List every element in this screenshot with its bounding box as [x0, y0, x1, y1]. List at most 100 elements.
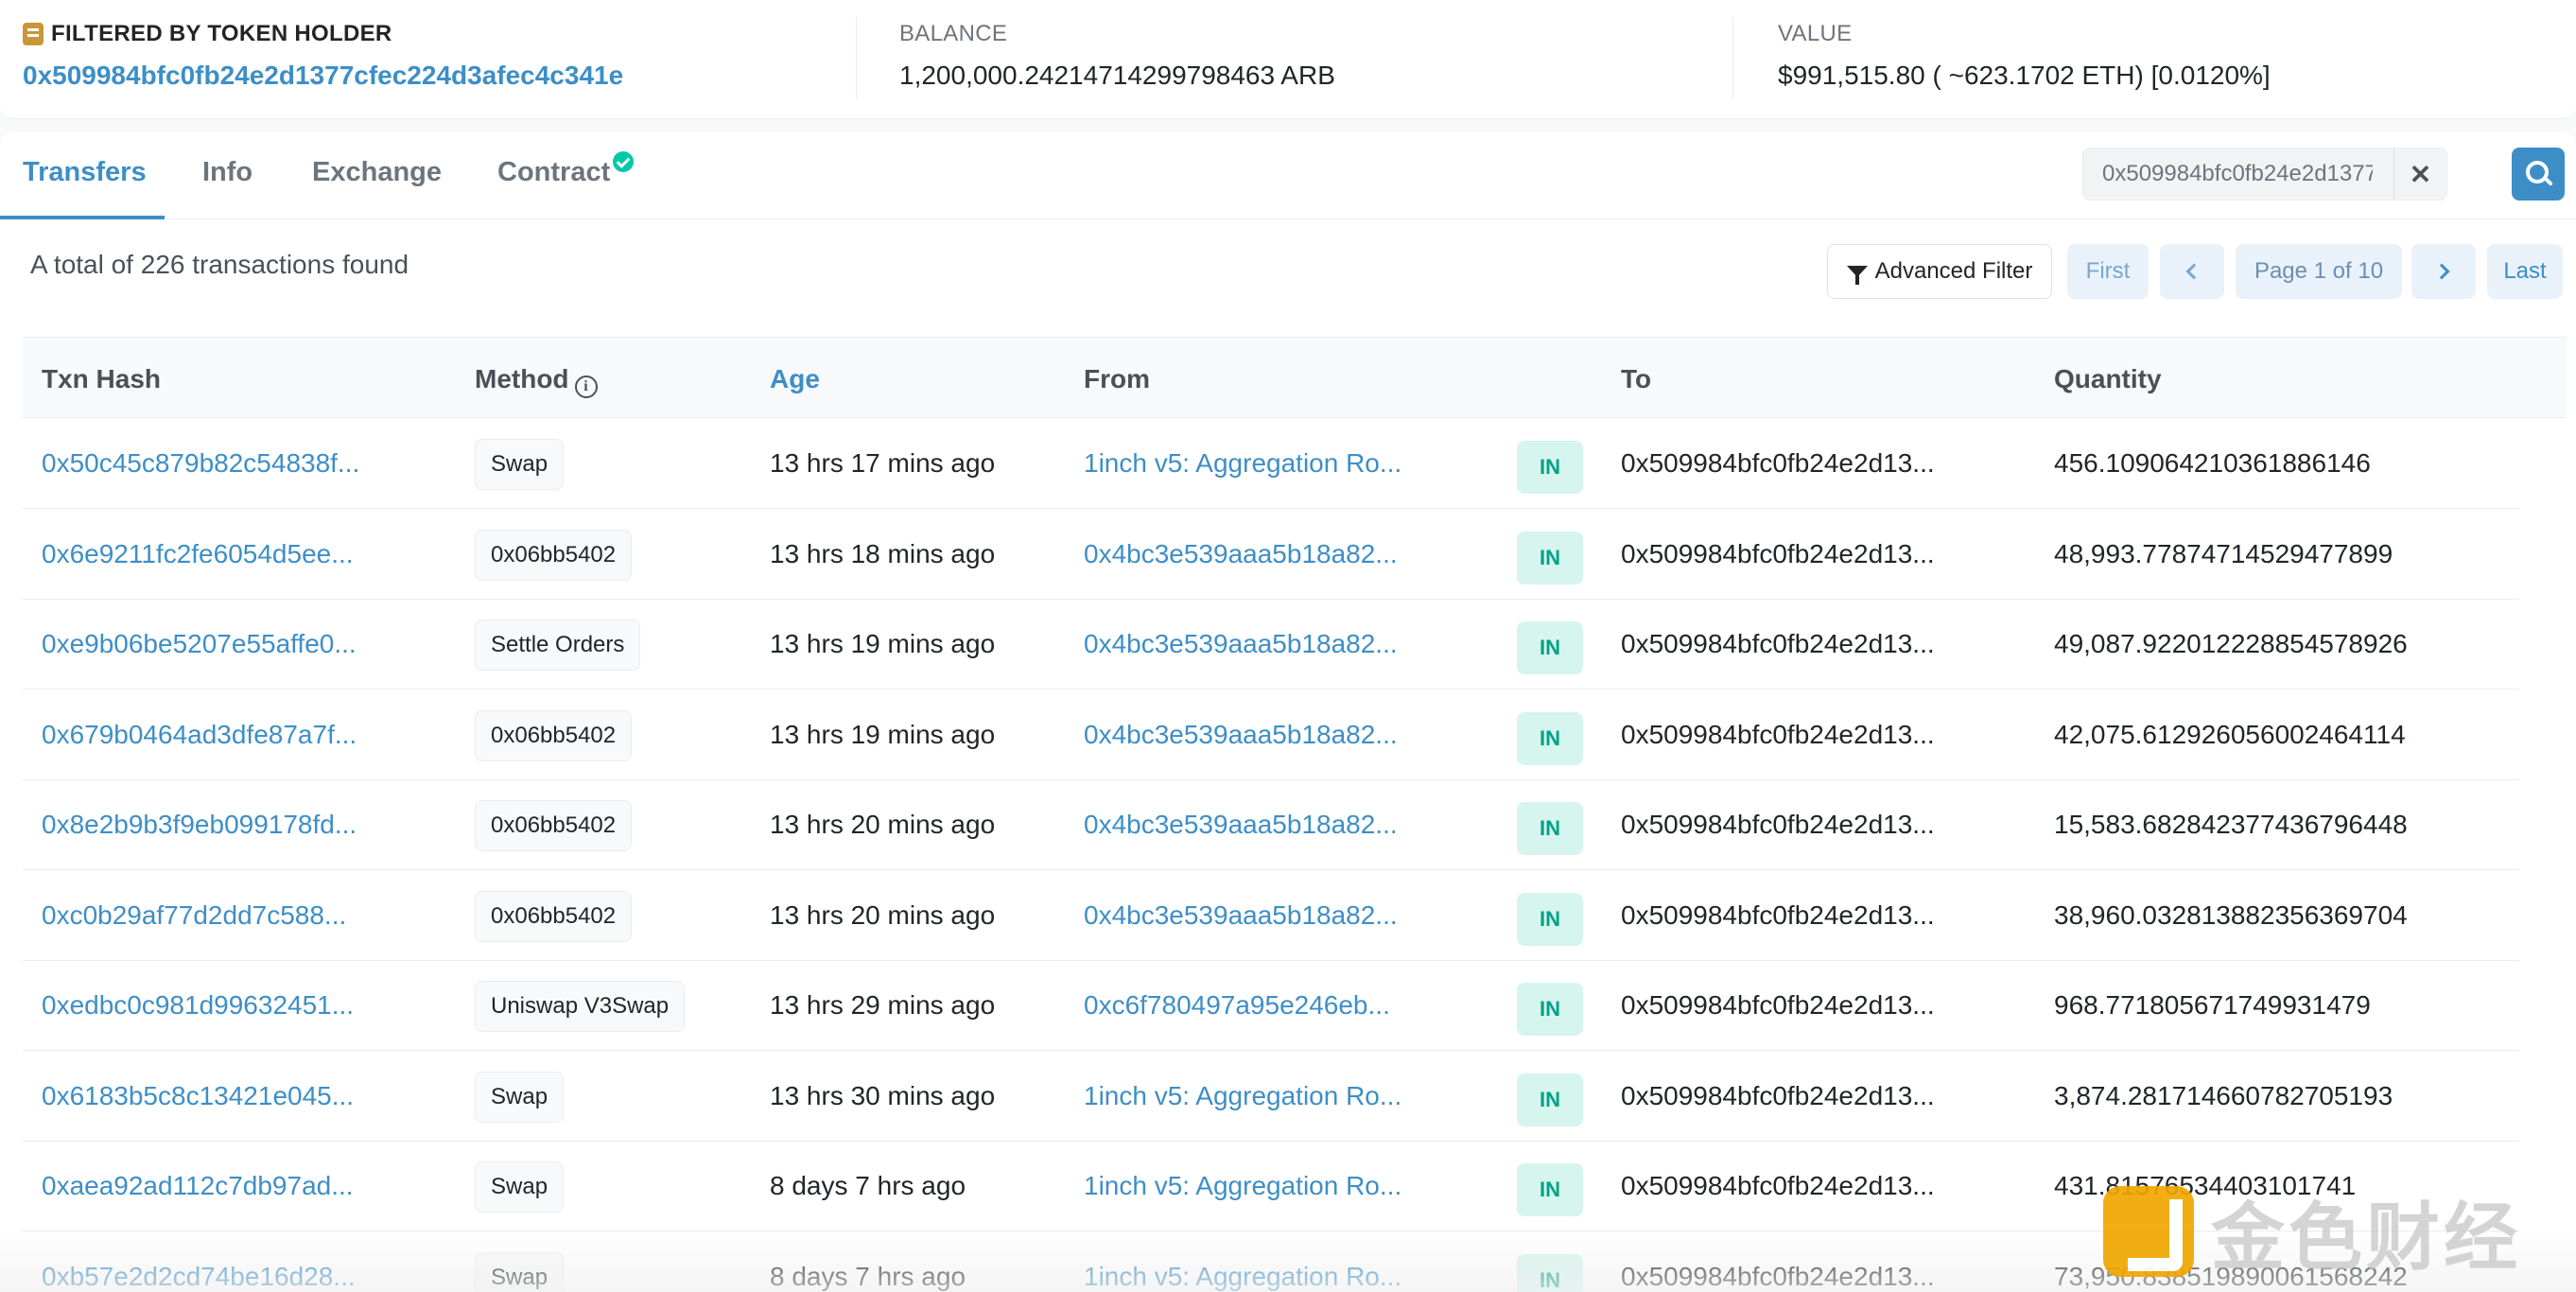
quantity-value: 42,075.612926056002464114 [2054, 719, 2406, 749]
value-label: VALUE [1778, 21, 1853, 46]
active-tab-indicator [0, 216, 165, 219]
tab-info[interactable]: Info [202, 157, 252, 188]
transfers-card: Transfers Info Exchange Contract ✕ A tot… [0, 132, 2576, 1292]
method-badge: 0x06bb5402 [475, 529, 633, 581]
tab-bar: Transfers Info Exchange Contract ✕ [0, 132, 2576, 219]
table-row: 0x8e2b9b3f9eb099178fd... 0x06bb5402 13 hrs… [23, 779, 2519, 870]
method-badge: Swap [475, 1251, 565, 1292]
advanced-filter-button[interactable]: Advanced Filter [1827, 244, 2052, 299]
age-text: 13 hrs 19 mins ago [770, 719, 996, 749]
value-column: VALUE $991,515.80 ( ~623.1702 ETH) [0.01… [1778, 21, 2271, 91]
chevron-right-icon [2433, 263, 2450, 280]
quantity-value: 968.771805671749931479 [2054, 990, 2371, 1020]
txn-hash-link[interactable]: 0xedbc0c981d99632451... [42, 990, 401, 1021]
quantity-value: 3,874.281714660782705193 [2054, 1080, 2393, 1110]
method-badge: 0x06bb5402 [475, 800, 633, 851]
from-address-link[interactable]: 1inch v5: Aggregation Ro... [1084, 1171, 1413, 1201]
txn-hash-link[interactable]: 0x50c45c879b82c54838f... [42, 448, 401, 479]
from-address-link[interactable]: 1inch v5: Aggregation Ro... [1084, 448, 1413, 479]
search-button[interactable] [2512, 148, 2565, 201]
age-text: 13 hrs 30 mins ago [770, 1080, 996, 1110]
method-badge: Swap [475, 1071, 565, 1123]
tab-transfers[interactable]: Transfers [23, 157, 147, 188]
txn-hash-link[interactable]: 0xc0b29af77d2dd7c588... [42, 900, 401, 931]
from-address-link[interactable]: 0x4bc3e539aaa5b18a82... [1084, 900, 1413, 931]
watermark-logo-icon [2103, 1186, 2194, 1277]
method-badge: 0x06bb5402 [475, 709, 633, 761]
table-row: 0x679b0464ad3dfe87a7f... 0x06bb5402 13 hrs… [23, 690, 2519, 780]
quantity-value: 456.109064210361886146 [2054, 448, 2371, 478]
info-icon[interactable]: i [574, 375, 598, 398]
to-address-text: 0x509984bfc0fb24e2d13... [1621, 448, 1935, 478]
previous-page-button[interactable] [2160, 244, 2224, 299]
age-text: 8 days 7 hrs ago [770, 1261, 966, 1291]
direction-badge: IN [1517, 802, 1583, 855]
txn-hash-link[interactable]: 0x6183b5c8c13421e045... [42, 1081, 401, 1111]
header-age[interactable]: Age [770, 364, 820, 394]
method-badge: Swap [475, 1161, 565, 1213]
header-from: From [1084, 364, 1150, 393]
holder-address-link[interactable]: 0x509984bfc0fb24e2d1377cfec224d3afec4c34… [23, 61, 623, 91]
holder-column: FILTERED BY TOKEN HOLDER 0x509984bfc0fb2… [23, 21, 623, 91]
method-badge: Swap [475, 439, 565, 490]
to-address-text: 0x509984bfc0fb24e2d13... [1621, 629, 1935, 658]
quantity-value: 38,960.032813882356369704 [2054, 899, 2408, 930]
header-method-label: Method [475, 364, 569, 393]
holder-badge-icon [23, 23, 44, 45]
watermark-text: 金色财经 [2211, 1196, 2522, 1281]
verified-check-icon [613, 151, 634, 172]
quantity-value: 48,993.77874714529477899 [2054, 538, 2393, 568]
direction-badge: IN [1517, 983, 1583, 1036]
txn-hash-link[interactable]: 0x679b0464ad3dfe87a7f... [42, 720, 401, 750]
method-badge: 0x06bb5402 [475, 890, 633, 942]
table-row: 0xc0b29af77d2dd7c588... 0x06bb5402 13 hrs … [23, 870, 2519, 961]
table-header: Txn Hash Method i Age From To Quantity [23, 337, 2567, 418]
from-address-link[interactable]: 0x4bc3e539aaa5b18a82... [1084, 539, 1413, 569]
direction-badge: IN [1517, 1073, 1583, 1126]
age-text: 8 days 7 hrs ago [770, 1171, 966, 1200]
from-address-link[interactable]: 0x4bc3e539aaa5b18a82... [1084, 629, 1413, 659]
clear-search-button[interactable]: ✕ [2393, 148, 2446, 200]
age-text: 13 hrs 20 mins ago [770, 810, 996, 839]
first-page-button[interactable]: First [2067, 244, 2149, 299]
balance-value: 1,200,000.24214714299798463 ARB [899, 61, 1335, 90]
to-address-text: 0x509984bfc0fb24e2d13... [1621, 1080, 1935, 1110]
direction-badge: IN [1517, 1163, 1583, 1216]
filter-icon [1846, 266, 1868, 285]
to-address-text: 0x509984bfc0fb24e2d13... [1621, 1261, 1935, 1291]
txn-hash-link[interactable]: 0x8e2b9b3f9eb099178fd... [42, 810, 401, 840]
to-address-text: 0x509984bfc0fb24e2d13... [1621, 810, 1935, 839]
from-address-link[interactable]: 0x4bc3e539aaa5b18a82... [1084, 720, 1413, 750]
quantity-value: 49,087.922012228854578926 [2054, 629, 2408, 658]
header-txn-hash: Txn Hash [42, 364, 162, 393]
holder-label: FILTERED BY TOKEN HOLDER [23, 21, 623, 47]
from-address-link[interactable]: 0xc6f780497a95e246eb... [1084, 990, 1413, 1021]
direction-badge: IN [1517, 711, 1583, 765]
divider [1732, 17, 1733, 98]
page-indicator: Page 1 of 10 [2236, 244, 2402, 299]
txn-hash-link[interactable]: 0x6e9211fc2fe6054d5ee... [42, 539, 401, 569]
direction-badge: IN [1517, 892, 1583, 946]
tab-contract[interactable]: Contract [497, 157, 610, 188]
direction-badge: IN [1517, 1253, 1583, 1292]
tab-exchange[interactable]: Exchange [312, 157, 442, 188]
from-address-link[interactable]: 0x4bc3e539aaa5b18a82... [1084, 810, 1413, 840]
to-address-text: 0x509984bfc0fb24e2d13... [1621, 1171, 1935, 1200]
search-box: ✕ [2082, 148, 2447, 201]
txn-hash-link[interactable]: 0xb57e2d2cd74be16d28... [42, 1262, 401, 1292]
to-address-text: 0x509984bfc0fb24e2d13... [1621, 990, 1935, 1020]
method-badge: Uniswap V3Swap [475, 981, 686, 1032]
table-row: 0x50c45c879b82c54838f... Swap 13 hrs 17 mi… [23, 418, 2519, 509]
txn-hash-link[interactable]: 0xaea92ad112c7db97ad... [42, 1171, 401, 1201]
table-row: 0xe9b06be5207e55affe0... Settle Orders 13 … [23, 599, 2519, 690]
age-text: 13 hrs 17 mins ago [770, 448, 996, 478]
search-input[interactable] [2083, 161, 2373, 187]
txn-hash-link[interactable]: 0xe9b06be5207e55affe0... [42, 629, 401, 659]
header-quantity: Quantity [2054, 364, 2162, 393]
next-page-button[interactable] [2411, 244, 2476, 299]
from-address-link[interactable]: 1inch v5: Aggregation Ro... [1084, 1081, 1413, 1111]
from-address-link[interactable]: 1inch v5: Aggregation Ro... [1084, 1262, 1413, 1292]
to-address-text: 0x509984bfc0fb24e2d13... [1621, 899, 1935, 930]
last-page-button[interactable]: Last [2487, 244, 2563, 299]
holder-label-text: FILTERED BY TOKEN HOLDER [51, 21, 392, 46]
